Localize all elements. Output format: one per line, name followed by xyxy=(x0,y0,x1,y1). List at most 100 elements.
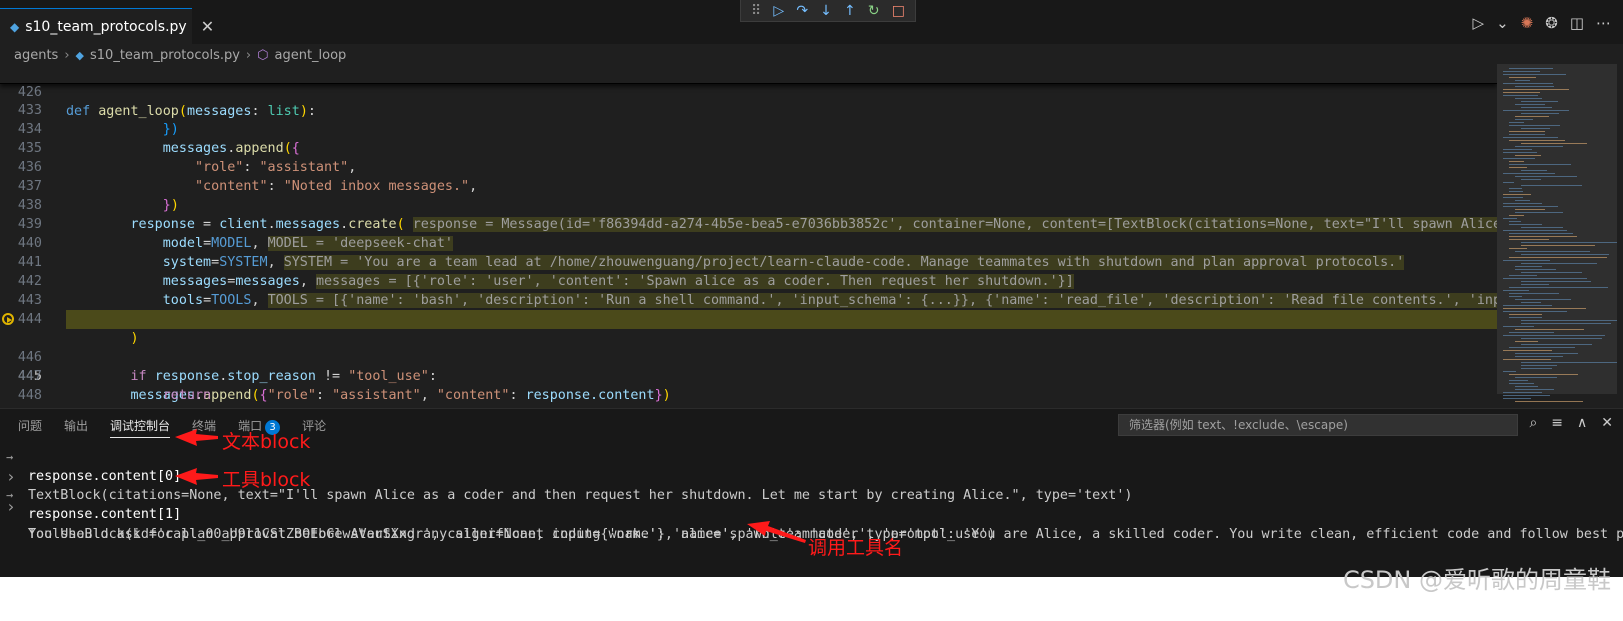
chatgpt-icon[interactable]: ❂ xyxy=(1545,14,1558,32)
code-line[interactable]: 433 }) xyxy=(0,82,1497,137)
minimap-line xyxy=(1509,239,1549,240)
code-line[interactable]: 436 "content": "Noted inbox messages.", xyxy=(0,139,1497,194)
minimap-line xyxy=(1515,356,1564,357)
minimap-line xyxy=(1503,92,1540,93)
minimap-line xyxy=(1521,323,1612,324)
minimap-line xyxy=(1521,101,1558,102)
minimap-line xyxy=(1509,188,1523,189)
breadcrumb-symbol[interactable]: agent_loop xyxy=(274,48,346,63)
minimap-line xyxy=(1503,305,1552,306)
restart-icon[interactable]: ↻ xyxy=(868,0,880,22)
minimap-line xyxy=(1509,134,1546,135)
minimap-line xyxy=(1521,320,1617,321)
continue-icon[interactable]: ▷ xyxy=(773,0,784,22)
code-line[interactable]: 443 max_tokens=8000, xyxy=(0,272,1497,327)
minimap-line xyxy=(1521,302,1542,303)
minimap-line xyxy=(1509,287,1609,288)
tab-output[interactable]: 输出 xyxy=(64,417,88,438)
minimap-line xyxy=(1521,185,1582,186)
code-line[interactable]: 444 ) xyxy=(0,291,1497,346)
minimap-line xyxy=(1515,176,1578,177)
close-panel-icon[interactable]: ✕ xyxy=(1601,415,1613,431)
minimap-line xyxy=(1509,257,1608,258)
close-tab-icon[interactable]: ✕ xyxy=(201,17,214,36)
minimap-line xyxy=(1515,116,1550,117)
minimap-line xyxy=(1521,113,1560,114)
minimap-line xyxy=(1515,269,1557,270)
breadcrumb-file[interactable]: s10_team_protocols.py xyxy=(90,48,240,63)
code-line[interactable]: 437 }) xyxy=(0,158,1497,213)
minimap-line xyxy=(1515,212,1564,213)
tab-terminal[interactable]: 终端 xyxy=(192,417,216,438)
minimap-line xyxy=(1503,218,1518,219)
breakpoint-paused-icon[interactable] xyxy=(2,313,14,325)
code-line[interactable]: 446 if response.stop_reason != "tool_use… xyxy=(0,329,1497,384)
console-output-line-continued: You should ask for plan approval before … xyxy=(0,506,995,563)
minimap-line xyxy=(1521,263,1597,264)
code-line[interactable]: 449 for block in response.content: xyxy=(0,386,1497,408)
minimap-line xyxy=(1515,200,1531,201)
minimap-line xyxy=(1503,278,1587,279)
code-line[interactable]: 435 "role": "assistant", xyxy=(0,120,1497,175)
minimap-line xyxy=(1503,110,1569,111)
minimap-line xyxy=(1509,374,1578,375)
minimap-line xyxy=(1509,77,1537,78)
step-over-icon[interactable]: ↷ xyxy=(796,0,808,22)
minimap-line xyxy=(1509,122,1525,123)
code-line-current[interactable]: 445 messages.append({"role": "assistant"… xyxy=(0,310,1497,403)
minimap-line xyxy=(1521,245,1595,246)
chevron-right-icon: › xyxy=(64,47,70,63)
minimap-line xyxy=(1503,392,1543,393)
word-wrap-icon[interactable]: ≡ xyxy=(1551,415,1563,431)
editor-tab[interactable]: ◆ s10_team_protocols.py ✕ xyxy=(0,8,214,44)
code-editor[interactable]: 426 def agent_loop(messages: list): 433 … xyxy=(0,64,1497,408)
minimap-line xyxy=(1521,365,1558,366)
minimap-line xyxy=(1521,143,1587,144)
minimap-line xyxy=(1503,350,1553,351)
minimap-line xyxy=(1503,158,1535,159)
tab-debug-console[interactable]: 调试控制台 xyxy=(110,417,171,438)
minimap-line xyxy=(1503,95,1539,96)
minimap-line xyxy=(1515,251,1591,252)
run-icon[interactable]: ▷ xyxy=(1473,14,1485,32)
sticky-scroll-line[interactable]: 426 def agent_loop(messages: list): xyxy=(0,64,1497,119)
stop-icon[interactable]: □ xyxy=(892,0,905,22)
claude-icon[interactable]: ✺ xyxy=(1521,14,1534,32)
minimap-line xyxy=(1515,341,1539,342)
code-line[interactable]: 439 model=MODEL, MODEL = 'deepseek-chat' xyxy=(0,196,1497,251)
minimap-line xyxy=(1515,98,1542,99)
search-icon[interactable]: ⌕ xyxy=(1529,415,1537,431)
code-line[interactable]: 438 response = client.messages.create( r… xyxy=(0,177,1497,232)
code-line[interactable]: 447 return xyxy=(0,348,1497,403)
minimap-line xyxy=(1515,389,1555,390)
split-editor-icon[interactable]: ◫ xyxy=(1570,14,1584,32)
minimap-line xyxy=(1503,398,1532,399)
minimap-line xyxy=(1509,167,1527,168)
step-into-icon[interactable]: ↓ xyxy=(820,0,832,22)
minimap-line xyxy=(1515,329,1584,330)
minimap-line xyxy=(1503,371,1517,372)
minimap-line xyxy=(1509,383,1534,384)
minimap-line xyxy=(1509,248,1527,249)
console-input-text: response.content[0] xyxy=(28,469,182,484)
chevron-down-icon[interactable]: ⌄ xyxy=(1496,14,1509,32)
code-line[interactable]: 448 results = [] xyxy=(0,367,1497,408)
console-filter-input[interactable] xyxy=(1118,414,1518,436)
minimap[interactable] xyxy=(1497,64,1617,408)
code-line[interactable]: 442 tools=TOOLS, TOOLS = [{'name': 'bash… xyxy=(0,253,1497,308)
maximize-panel-icon[interactable]: ∧ xyxy=(1577,415,1587,431)
minimap-line xyxy=(1509,275,1538,276)
breadcrumb-folder[interactable]: agents xyxy=(14,48,58,63)
step-out-icon[interactable]: ↑ xyxy=(844,0,856,22)
minimap-line xyxy=(1503,137,1558,138)
more-actions-icon[interactable]: ⋯ xyxy=(1596,14,1611,32)
minimap-line xyxy=(1521,284,1549,285)
minimap-line xyxy=(1509,293,1560,294)
minimap-line xyxy=(1521,170,1547,171)
code-line[interactable]: 440 system=SYSTEM, SYSTEM = 'You are a t… xyxy=(0,215,1497,270)
minimap-line xyxy=(1503,74,1566,75)
code-line[interactable]: 441 messages=messages, messages = [{'rol… xyxy=(0,234,1497,289)
minimap-line xyxy=(1509,68,1553,69)
minimap-line xyxy=(1515,119,1534,120)
minimap-line xyxy=(1509,314,1543,315)
